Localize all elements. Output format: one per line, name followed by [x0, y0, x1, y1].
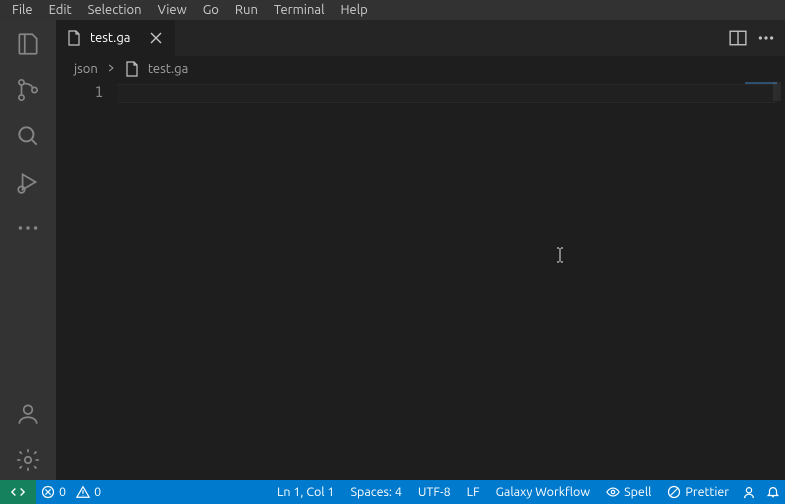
- cursor-position[interactable]: Ln 1, Col 1: [269, 480, 343, 504]
- breadcrumb-file[interactable]: test.ga: [148, 62, 188, 76]
- menu-file[interactable]: File: [4, 1, 41, 19]
- accounts-icon[interactable]: [14, 400, 42, 428]
- prettier-item[interactable]: Prettier: [659, 480, 737, 504]
- source-control-icon[interactable]: [14, 76, 42, 104]
- feedback-icon[interactable]: [737, 480, 761, 504]
- language-mode[interactable]: Galaxy Workflow: [488, 480, 598, 504]
- tab-close-icon[interactable]: [148, 30, 164, 46]
- menu-go[interactable]: Go: [195, 1, 227, 19]
- tab-bar: test.ga: [56, 20, 785, 56]
- eye-icon: [606, 485, 620, 499]
- line-number-gutter: 1: [56, 82, 113, 480]
- menubar: File Edit Selection View Go Run Terminal…: [0, 0, 785, 20]
- explorer-icon[interactable]: [14, 30, 42, 58]
- editor-area: test.ga json: [56, 20, 785, 480]
- warnings-item[interactable]: 0: [71, 480, 106, 504]
- chevron-right-icon: [106, 62, 116, 76]
- menu-help[interactable]: Help: [332, 1, 375, 19]
- eol[interactable]: LF: [459, 480, 488, 504]
- errors-item[interactable]: 0: [36, 480, 71, 504]
- tab-test-ga[interactable]: test.ga: [56, 20, 176, 56]
- editor-content[interactable]: [113, 82, 785, 480]
- vertical-scrollbar[interactable]: [781, 82, 785, 480]
- menu-run[interactable]: Run: [227, 1, 266, 19]
- settings-gear-icon[interactable]: [14, 446, 42, 474]
- menu-terminal[interactable]: Terminal: [266, 1, 333, 19]
- breadcrumb[interactable]: json test.ga: [56, 56, 785, 82]
- editor[interactable]: 1: [56, 82, 785, 480]
- file-icon: [124, 61, 140, 77]
- activity-bar: [0, 20, 56, 480]
- prettier-label: Prettier: [685, 485, 729, 499]
- notifications-bell-icon[interactable]: [761, 480, 785, 504]
- search-icon[interactable]: [14, 122, 42, 150]
- overview-ruler[interactable]: [767, 82, 781, 480]
- line-number: 1: [56, 84, 103, 103]
- warnings-count: 0: [94, 485, 101, 499]
- indentation[interactable]: Spaces: 4: [343, 480, 410, 504]
- tab-actions: [719, 20, 785, 56]
- active-line-highlight: [117, 84, 777, 103]
- menu-edit[interactable]: Edit: [41, 1, 80, 19]
- encoding[interactable]: UTF-8: [410, 480, 459, 504]
- breadcrumb-folder[interactable]: json: [74, 62, 98, 76]
- main: test.ga json: [0, 20, 785, 480]
- spell-label: Spell: [624, 485, 651, 499]
- errors-count: 0: [59, 485, 66, 499]
- editor-more-icon[interactable]: [757, 29, 775, 47]
- status-bar: 0 0 Ln 1, Col 1 Spaces: 4 UTF-8 LF Galax…: [0, 480, 785, 504]
- spell-item[interactable]: Spell: [598, 480, 659, 504]
- file-icon: [66, 30, 82, 46]
- remote-indicator[interactable]: [0, 480, 36, 504]
- split-editor-icon[interactable]: [729, 29, 747, 47]
- more-icon[interactable]: [14, 214, 42, 242]
- run-debug-icon[interactable]: [14, 168, 42, 196]
- cancel-circle-icon: [667, 485, 681, 499]
- menu-view[interactable]: View: [150, 1, 195, 19]
- tab-label: test.ga: [90, 31, 130, 45]
- menu-selection[interactable]: Selection: [80, 1, 150, 19]
